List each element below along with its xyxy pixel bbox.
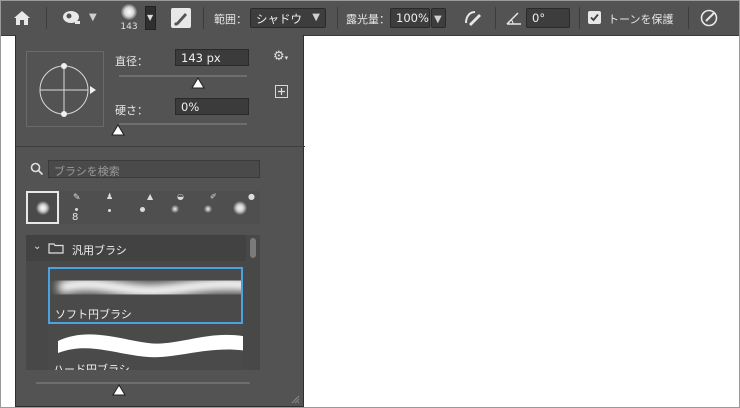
brush-list-scrollbar[interactable] — [246, 235, 260, 370]
brush-preset-name: ハード円ブラシ — [53, 363, 130, 370]
diameter-label: 直径： — [115, 55, 148, 68]
brush-settings-icon[interactable] — [171, 8, 191, 28]
new-preset-icon[interactable] — [275, 85, 288, 98]
panel-settings-gear-icon[interactable]: ⚙▾ — [273, 49, 291, 65]
scrollbar-thumb[interactable] — [250, 238, 256, 258]
preview-size-slider-thumb[interactable] — [112, 384, 126, 396]
range-value: シャドウ — [256, 12, 302, 26]
brush-group-name: 汎用ブラシ — [72, 244, 127, 257]
range-select[interactable]: シャドウ ▼ — [250, 8, 326, 28]
recent-brush-thumb[interactable] — [26, 191, 59, 224]
hardness-label: 硬さ： — [115, 104, 148, 117]
recent-brush-thumb[interactable]: ✎ 8 — [60, 191, 93, 224]
home-icon[interactable] — [11, 7, 33, 29]
angle-input[interactable]: 0° — [526, 8, 570, 28]
hardness-slider[interactable] — [119, 123, 247, 125]
brush-preset-item[interactable]: ハード円ブラシ — [48, 325, 243, 370]
exposure-label: 露光量： — [346, 13, 390, 26]
hardness-input[interactable]: 0% — [175, 98, 249, 115]
protect-tones-label[interactable]: トーンを保護 — [608, 11, 673, 27]
exposure-dropdown-button[interactable]: ▼ — [431, 8, 446, 28]
protect-tones-checkbox[interactable] — [588, 11, 601, 24]
diameter-slider-thumb[interactable] — [191, 77, 205, 89]
brush-list: ⌄ 汎用ブラシ ソフト円ブラシ ハード円ブラシ — [26, 235, 260, 370]
recent-brush-thumb[interactable]: ✐ — [192, 191, 225, 224]
options-bar: ▼ 143 ▼ 範囲： シャドウ ▼ 露光量： 100% ▼ 0° トーンを保護 — [0, 0, 740, 36]
brush-tip-preview[interactable] — [26, 51, 104, 127]
brush-group-row[interactable]: ⌄ 汎用ブラシ — [26, 235, 246, 261]
brush-preset-panel: 直径： 143 px ⚙▾ 硬さ： 0% ブラシを検索 ✎ 8 ♟ ▲ ◒ ✐ … — [15, 35, 305, 407]
hardness-slider-thumb[interactable] — [111, 124, 125, 136]
chevron-down-icon[interactable]: ⌄ — [33, 241, 41, 252]
toolbar-divider — [688, 7, 689, 29]
search-icon — [30, 162, 44, 176]
pressure-size-icon[interactable] — [699, 8, 719, 28]
recent-brush-thumb[interactable]: ▲ — [126, 191, 159, 224]
recent-brush-size-label: 8 — [72, 212, 79, 223]
recent-brush-thumb[interactable]: ● — [225, 191, 260, 224]
resize-grip-icon[interactable] — [289, 393, 300, 404]
panel-divider — [16, 146, 305, 147]
diameter-slider[interactable] — [119, 75, 247, 77]
brush-preset-item[interactable]: ソフト円ブラシ — [48, 267, 243, 324]
toolbar-divider — [495, 7, 496, 29]
range-label: 範囲： — [214, 13, 247, 26]
diameter-input[interactable]: 143 px — [175, 49, 249, 66]
brush-size-label: 143 — [120, 22, 138, 32]
toolbar-divider — [203, 7, 204, 29]
toolbar-divider — [46, 7, 47, 29]
brush-preset-picker-button[interactable]: ▼ — [145, 6, 156, 30]
tool-preset-icon[interactable] — [60, 8, 84, 28]
brush-preview[interactable]: 143 — [114, 2, 144, 34]
preview-size-slider[interactable] — [36, 382, 250, 384]
recent-brush-thumb[interactable]: ♟ — [93, 191, 126, 224]
toolbar-divider — [579, 7, 580, 29]
toolbar-divider — [337, 7, 338, 29]
folder-icon — [48, 242, 64, 254]
recent-brushes-row: ✎ 8 ♟ ▲ ◒ ✐ ● — [26, 191, 260, 226]
brush-search-input[interactable]: ブラシを検索 — [48, 160, 260, 178]
brush-preset-name: ソフト円ブラシ — [55, 308, 132, 321]
exposure-input[interactable]: 100% — [390, 8, 430, 28]
angle-icon — [505, 10, 523, 26]
chevron-down-icon[interactable]: ▼ — [89, 12, 97, 23]
chevron-down-icon: ▼ — [312, 12, 320, 23]
airbrush-icon[interactable] — [462, 8, 484, 28]
recent-brush-thumb[interactable]: ◒ — [159, 191, 192, 224]
